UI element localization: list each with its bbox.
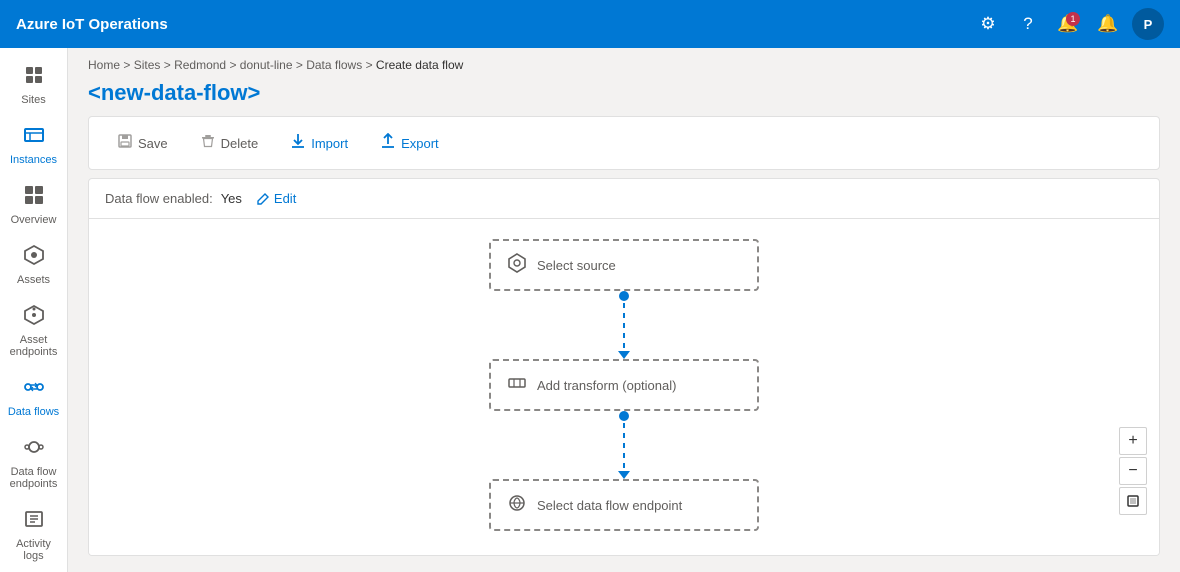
connector-dot-top-2 xyxy=(619,411,629,421)
activity-logs-icon xyxy=(23,508,45,536)
breadcrumb-sep1: > xyxy=(123,58,133,72)
overview-icon xyxy=(23,184,45,212)
sidebar-item-instances-label: Instances xyxy=(10,154,57,166)
sidebar-item-asset-endpoints[interactable]: Asset endpoints xyxy=(4,296,64,366)
asset-endpoints-icon xyxy=(23,304,45,332)
zoom-out-button[interactable]: − xyxy=(1119,457,1147,485)
help-icon[interactable]: ? xyxy=(1012,8,1044,40)
save-label: Save xyxy=(138,136,168,151)
content-area: Home > Sites > Redmond > donut-line > Da… xyxy=(68,48,1180,572)
source-node-label: Select source xyxy=(537,258,616,273)
sidebar-item-data-flows[interactable]: Data flows xyxy=(4,368,64,426)
breadcrumb-sep5: > xyxy=(366,58,376,72)
data-flows-icon xyxy=(23,376,45,404)
export-label: Export xyxy=(401,136,439,151)
connector-line-1 xyxy=(623,303,625,349)
canvas-area: Select source xyxy=(89,219,1159,555)
import-button[interactable]: Import xyxy=(278,127,360,159)
flow-container: Select source xyxy=(489,239,759,531)
source-node[interactable]: Select source xyxy=(489,239,759,291)
breadcrumb: Home > Sites > Redmond > donut-line > Da… xyxy=(68,48,1180,76)
connector-arrow-2 xyxy=(618,471,630,479)
main-layout: Sites Instances Overview xyxy=(0,48,1180,572)
page-title: <new-data-flow> xyxy=(68,76,1180,116)
source-node-icon xyxy=(507,253,527,278)
transform-node[interactable]: Add transform (optional) xyxy=(489,359,759,411)
connector-arrow-1 xyxy=(618,351,630,359)
notification-icon[interactable]: 🔔 1 xyxy=(1052,8,1084,40)
toolbar: Save Delete xyxy=(88,116,1160,170)
breadcrumb-sites[interactable]: Sites xyxy=(134,58,161,72)
sidebar-item-assets[interactable]: Assets xyxy=(4,236,64,294)
sidebar-item-data-flows-label: Data flows xyxy=(8,406,59,418)
transform-node-label: Add transform (optional) xyxy=(537,378,676,393)
breadcrumb-home[interactable]: Home xyxy=(88,58,120,72)
sidebar-item-asset-endpoints-label: Asset endpoints xyxy=(8,334,60,358)
sidebar-item-overview-label: Overview xyxy=(11,214,57,226)
connector-line-2 xyxy=(623,423,625,469)
connector-dot-top-1 xyxy=(619,291,629,301)
delete-icon xyxy=(200,133,216,153)
sidebar-item-assets-label: Assets xyxy=(17,274,50,286)
breadcrumb-data-flows[interactable]: Data flows xyxy=(306,58,362,72)
endpoint-node-icon xyxy=(507,493,527,518)
edit-button[interactable]: Edit xyxy=(250,189,302,208)
transform-node-icon xyxy=(507,373,527,398)
topbar-actions: ⚙ ? 🔔 1 🔔 P xyxy=(972,8,1164,40)
delete-label: Delete xyxy=(221,136,259,151)
avatar[interactable]: P xyxy=(1132,8,1164,40)
sidebar: Sites Instances Overview xyxy=(0,48,68,572)
breadcrumb-current: Create data flow xyxy=(376,58,463,72)
sites-icon xyxy=(23,64,45,92)
import-label: Import xyxy=(311,136,348,151)
breadcrumb-sep3: > xyxy=(229,58,239,72)
app-title: Azure IoT Operations xyxy=(16,16,972,33)
sidebar-item-activity-logs-label: Activity logs xyxy=(8,538,60,562)
sidebar-item-sites[interactable]: Sites xyxy=(4,56,64,114)
dataflow-enabled-value: Yes xyxy=(221,191,242,206)
breadcrumb-donut-line[interactable]: donut-line xyxy=(240,58,293,72)
breadcrumb-sep2: > xyxy=(164,58,174,72)
dataflow-bar: Data flow enabled: Yes Edit xyxy=(89,179,1159,219)
export-icon xyxy=(380,133,396,153)
zoom-fit-button[interactable] xyxy=(1119,487,1147,515)
alert-icon[interactable]: 🔔 xyxy=(1092,8,1124,40)
sidebar-item-data-flow-endpoints[interactable]: Data flow endpoints xyxy=(4,428,64,498)
assets-icon xyxy=(23,244,45,272)
sidebar-item-activity-logs[interactable]: Activity logs xyxy=(4,500,64,570)
export-button[interactable]: Export xyxy=(368,127,451,159)
zoom-in-button[interactable]: + xyxy=(1119,427,1147,455)
connector-1 xyxy=(618,291,630,359)
canvas-card: Data flow enabled: Yes Edit xyxy=(88,178,1160,556)
endpoint-node[interactable]: Select data flow endpoint xyxy=(489,479,759,531)
import-icon xyxy=(290,133,306,153)
breadcrumb-redmond[interactable]: Redmond xyxy=(174,58,226,72)
connector-2 xyxy=(618,411,630,479)
sidebar-item-sites-label: Sites xyxy=(21,94,45,106)
save-button[interactable]: Save xyxy=(105,127,180,159)
zoom-controls: + − xyxy=(1119,427,1147,515)
endpoint-node-label: Select data flow endpoint xyxy=(537,498,682,513)
breadcrumb-sep4: > xyxy=(296,58,306,72)
settings-icon[interactable]: ⚙ xyxy=(972,8,1004,40)
instances-icon xyxy=(23,124,45,152)
delete-button[interactable]: Delete xyxy=(188,127,271,159)
data-flow-endpoints-icon xyxy=(23,436,45,464)
sidebar-item-overview[interactable]: Overview xyxy=(4,176,64,234)
sidebar-item-data-flow-endpoints-label: Data flow endpoints xyxy=(8,466,60,490)
sidebar-item-instances[interactable]: Instances xyxy=(4,116,64,174)
dataflow-label: Data flow enabled: xyxy=(105,191,213,206)
topbar: Azure IoT Operations ⚙ ? 🔔 1 🔔 P xyxy=(0,0,1180,48)
save-icon xyxy=(117,133,133,153)
edit-label: Edit xyxy=(274,191,296,206)
notification-badge: 1 xyxy=(1066,12,1080,26)
